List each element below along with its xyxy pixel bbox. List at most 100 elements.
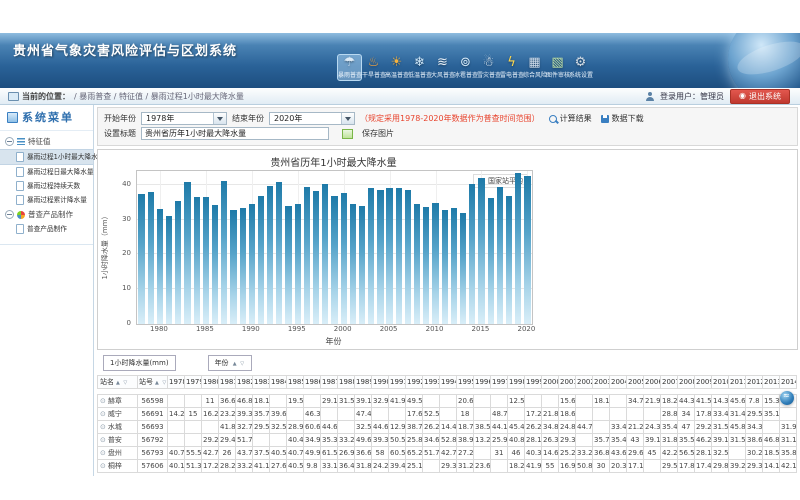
sort-icons[interactable]: ▲ ▽ [116,380,128,386]
column-header-year[interactable]: 1985 [287,376,304,389]
table-row[interactable]: ⊙盘州5679340.755.542.72643.737.540.540.749… [98,447,797,460]
value-cell: 40.7 [168,447,185,460]
station-name-cell[interactable]: ⊙赫章 [98,395,138,408]
column-header-year[interactable]: 1998 [508,376,525,389]
toolbar-item-map-review[interactable]: ▧图件审核 [546,54,569,81]
station-name-cell[interactable]: ⊙威宁 [98,408,138,421]
sort-icons[interactable]: ▲ ▽ [155,380,167,386]
column-header-year[interactable]: 1983 [253,376,270,389]
column-header-year[interactable]: 1978 [168,376,185,389]
column-header-year[interactable]: 2001 [559,376,576,389]
column-header-year[interactable]: 2002 [576,376,593,389]
sidebar-group-1[interactable]: 特征值 [0,134,93,149]
y-tick-label: 40 [122,180,131,188]
column-header-year[interactable]: 1981 [219,376,236,389]
toolbar-item-low-temp[interactable]: ❄低温普查 [408,54,431,81]
expand-row-icon[interactable]: ⊙ [100,397,106,405]
column-header-year[interactable]: 1987 [321,376,338,389]
station-name-cell[interactable]: ⊙桐梓 [98,460,138,473]
toolbar-item-settings[interactable]: ⚙系统设置 [569,54,592,81]
column-header-station[interactable]: 站名▲ ▽ [98,376,138,389]
value-cell: 46.2 [695,434,712,447]
column-header-year[interactable]: 2009 [695,376,712,389]
floating-widget-icon[interactable] [780,391,794,405]
chart-bar [175,201,181,324]
column-header-year[interactable]: 1986 [304,376,321,389]
column-header-year[interactable]: 1982 [236,376,253,389]
expand-row-icon[interactable]: ⊙ [100,449,106,457]
chart-title-input[interactable] [141,127,329,140]
table-row[interactable]: ⊙桐梓5760640.151.317.228.233.241.127.640.5… [98,460,797,473]
column-header-year[interactable]: 2012 [746,376,763,389]
column-header-year[interactable]: 1990 [372,376,389,389]
column-header-year[interactable]: 2011 [729,376,746,389]
table-row[interactable]: ⊙赫章565981136.646.818.119.529.131.539.132… [98,395,797,408]
save-image-button[interactable]: 保存图片 [362,128,394,139]
unit-tab[interactable]: 1小时降水量(mm) [103,355,176,371]
column-header-year[interactable]: 2005 [627,376,644,389]
expand-row-icon[interactable]: ⊙ [100,462,106,470]
column-header-year[interactable]: 2010 [712,376,729,389]
sidebar-item[interactable]: 暴雨过程累计降水量 [0,193,93,207]
download-button[interactable]: 数据下载 [601,113,644,124]
value-cell: 31.5 [729,434,746,447]
column-header-year[interactable]: 1992 [406,376,423,389]
column-header-year[interactable]: 1979 [185,376,202,389]
expand-row-icon[interactable]: ⊙ [100,410,106,418]
column-header-year[interactable]: 1991 [389,376,406,389]
toolbar-item-drought[interactable]: ♨干旱普查 [362,54,385,81]
expand-row-icon[interactable]: ⊙ [100,423,106,431]
table-row[interactable]: ⊙威宁5669114.21516.223.239.335.739.646.347… [98,408,797,421]
collapse-toggle-icon[interactable] [5,210,14,219]
column-header-year[interactable]: 1980 [202,376,219,389]
collapse-toggle-icon[interactable] [5,137,14,146]
toolbar-item-rainstorm[interactable]: ☂暴雨普查 [337,54,362,81]
table-row[interactable]: ⊙水城5669341.832.729.532.528.960.644.632.5… [98,421,797,434]
column-header-station-id[interactable]: 站号▲ ▽ [138,376,168,389]
end-year-select[interactable]: 2020年 [269,112,355,125]
column-header-year[interactable]: 1994 [440,376,457,389]
column-header-year[interactable]: 1989 [355,376,372,389]
logout-button[interactable]: ◉ 退出系统 [730,89,790,104]
column-header-year[interactable]: 2004 [610,376,627,389]
column-header-year[interactable]: 1995 [457,376,474,389]
sort-icons[interactable]: ▲ ▽ [233,361,245,367]
start-year-select[interactable]: 1978年 [141,112,227,125]
value-cell: 41.1 [253,460,270,473]
toolbar-item-composite-risk[interactable]: ▦综合风险 [523,54,546,81]
toolbar-item-high-temp[interactable]: ☀高温普查 [385,54,408,81]
sidebar-item[interactable]: 普查产品制作 [0,222,93,236]
column-header-year[interactable]: 1993 [423,376,440,389]
breadcrumb[interactable]: / 暴雨普查 / 特征值 / 暴雨过程1小时最大降水量 [74,91,244,102]
year-filter[interactable]: 年份 ▲ ▽ [208,355,253,371]
column-header-year[interactable]: 1988 [338,376,355,389]
column-header-year[interactable]: 1999 [525,376,542,389]
column-header-year[interactable]: 2007 [661,376,678,389]
chevron-down-icon[interactable] [213,113,226,124]
column-header-year[interactable]: 1984 [270,376,287,389]
toolbar-item-hail[interactable]: ⊚冰雹普查 [454,54,477,81]
column-header-year[interactable]: 2000 [542,376,559,389]
column-header-year[interactable]: 2003 [593,376,610,389]
toolbar-item-wind[interactable]: ≋大风普查 [431,54,454,81]
column-header-year[interactable]: 1997 [491,376,508,389]
station-name-cell[interactable]: ⊙水城 [98,421,138,434]
sidebar-group-2[interactable]: 普查产品制作 [0,207,93,222]
column-header-year[interactable]: 2013 [763,376,780,389]
calculate-button[interactable]: 计算结果 [549,113,592,124]
column-header-year[interactable]: 2014 [780,376,797,389]
station-name-cell[interactable]: ⊙普安 [98,434,138,447]
column-header-year[interactable]: 2006 [644,376,661,389]
column-header-year[interactable]: 1996 [474,376,491,389]
column-header-year[interactable]: 2008 [678,376,695,389]
sidebar-item[interactable]: 暴雨过程日最大降水量 [0,165,93,179]
sidebar-item[interactable]: 暴雨过程1小时最大降水量 [0,149,93,165]
toolbar-item-snow[interactable]: ☃雪灾普查 [477,54,500,81]
station-name-cell[interactable]: ⊙盘州 [98,447,138,460]
table-header-row: 站名▲ ▽站号▲ ▽197819791980198119821983198419… [98,376,797,389]
chevron-down-icon[interactable] [341,113,354,124]
sidebar-item[interactable]: 暴雨过程持续天数 [0,179,93,193]
expand-row-icon[interactable]: ⊙ [100,436,106,444]
table-row[interactable]: ⊙普安5679229.229.451.740.434.935.333.249.6… [98,434,797,447]
toolbar-item-lightning[interactable]: ϟ雷电普查 [500,54,523,81]
